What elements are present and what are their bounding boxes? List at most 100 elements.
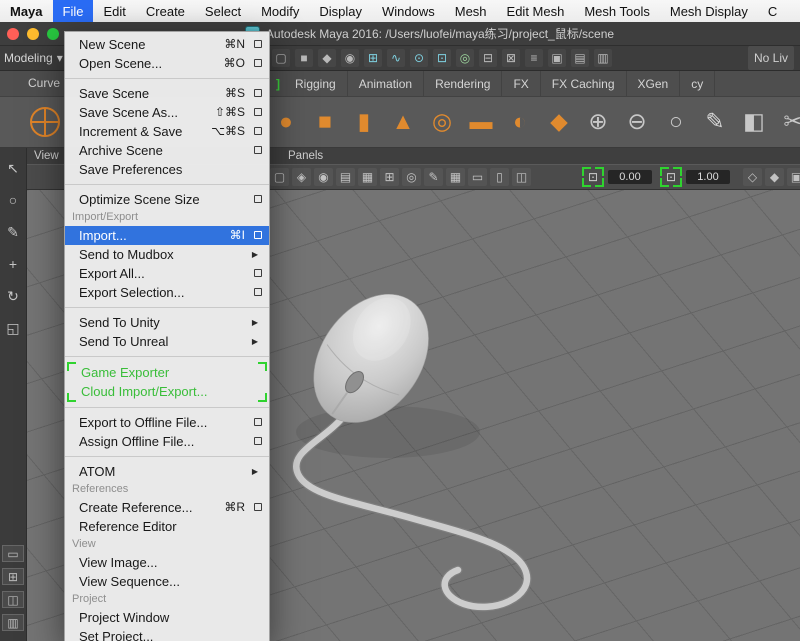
- persp-outliner-layout-button[interactable]: ▥: [2, 614, 24, 631]
- oversampling-icon[interactable]: ◎: [402, 168, 421, 186]
- menubar-item-c[interactable]: C: [758, 0, 787, 22]
- menubar-item-modify[interactable]: Modify: [251, 0, 309, 22]
- snap-to-point-icon[interactable]: ⊙: [410, 49, 428, 67]
- menu-item-open-scene[interactable]: Open Scene...⌘O: [65, 54, 269, 73]
- polygon-plane-icon[interactable]: ▬: [465, 102, 497, 140]
- option-box[interactable]: [254, 503, 262, 511]
- panel-menu-panels[interactable]: Panels: [288, 148, 323, 164]
- menu-item-view-image[interactable]: View Image...: [65, 553, 269, 572]
- menubar-item-mesh[interactable]: Mesh: [445, 0, 497, 22]
- menu-item-new-scene[interactable]: New Scene⌘N: [65, 35, 269, 54]
- make-live-icon[interactable]: ◎: [456, 49, 474, 67]
- minimize-button[interactable]: [27, 28, 39, 40]
- menu-item-reference-editor[interactable]: Reference Editor: [65, 517, 269, 536]
- menu-set-selector[interactable]: Modeling ▾: [4, 46, 63, 70]
- gamma-field[interactable]: 1.00: [686, 170, 730, 184]
- shelf-tab-curves[interactable]: Curve: [28, 71, 60, 96]
- smooth-icon[interactable]: ○: [660, 102, 692, 140]
- paint-select-tool[interactable]: ✎: [3, 222, 23, 242]
- close-button[interactable]: [7, 28, 19, 40]
- combine-icon[interactable]: ⊕: [582, 102, 614, 140]
- menubar-item-edit-mesh[interactable]: Edit Mesh: [497, 0, 575, 22]
- menu-item-create-reference[interactable]: Create Reference...⌘R: [65, 498, 269, 517]
- shelf-tab-fx[interactable]: FX: [502, 71, 540, 96]
- grease-pencil-icon[interactable]: ✎: [424, 168, 443, 186]
- menu-item-send-to-mudbox[interactable]: Send to Mudbox▶: [65, 245, 269, 264]
- no-live-surface-button[interactable]: No Liv: [748, 46, 794, 70]
- option-box[interactable]: [254, 269, 262, 277]
- menu-item-export-selection[interactable]: Export Selection...: [65, 283, 269, 302]
- shaded-icon[interactable]: ◆: [765, 168, 784, 186]
- snap-to-plane-icon[interactable]: ⊡: [433, 49, 451, 67]
- option-box[interactable]: [254, 231, 262, 239]
- menu-item-save-scene[interactable]: Save Scene⌘S: [65, 84, 269, 103]
- four-pane-layout-button[interactable]: ⊞: [2, 568, 24, 585]
- select-camera-icon[interactable]: ▢: [270, 168, 289, 186]
- option-box[interactable]: [254, 437, 262, 445]
- menu-item-assign-offline-file[interactable]: Assign Offline File...: [65, 432, 269, 451]
- menu-item-optimize-scene-size[interactable]: Optimize Scene Size: [65, 190, 269, 209]
- mirror-icon[interactable]: ◧: [738, 102, 770, 140]
- polygon-cube-icon[interactable]: ■: [309, 102, 341, 140]
- output-connections-icon[interactable]: ⊠: [502, 49, 520, 67]
- menu-item-save-scene-as[interactable]: Save Scene As...⇧⌘S: [65, 103, 269, 122]
- menu-item-import[interactable]: Import...⌘I: [65, 226, 269, 245]
- lock-camera-icon[interactable]: ◈: [292, 168, 311, 186]
- construction-history-icon[interactable]: ≡: [525, 49, 543, 67]
- grid-toggle-icon[interactable]: ▦: [446, 168, 465, 186]
- resolution-gate-icon[interactable]: ▯: [490, 168, 509, 186]
- two-pane-layout-button[interactable]: ◫: [2, 591, 24, 608]
- shelf-tab-fx-caching[interactable]: FX Caching: [541, 71, 627, 96]
- exposure-field[interactable]: 0.00: [608, 170, 652, 184]
- menubar-item-display[interactable]: Display: [309, 0, 372, 22]
- scale-tool[interactable]: ◱: [3, 318, 23, 338]
- highlight-selection-icon[interactable]: ◉: [341, 49, 359, 67]
- shelf-tab-cy[interactable]: cy: [680, 71, 715, 96]
- menubar-item-windows[interactable]: Windows: [372, 0, 445, 22]
- menu-item-send-to-unity[interactable]: Send To Unity▶: [65, 313, 269, 332]
- option-box[interactable]: [254, 288, 262, 296]
- option-box[interactable]: [254, 127, 262, 135]
- panel-menu-view[interactable]: View: [34, 148, 59, 164]
- multi-cut-icon[interactable]: ✂: [777, 102, 800, 140]
- select-hierarchy-icon[interactable]: ▢: [272, 49, 290, 67]
- input-connections-icon[interactable]: ⊟: [479, 49, 497, 67]
- option-box[interactable]: [254, 195, 262, 203]
- menubar-item-file[interactable]: File: [53, 0, 94, 22]
- wireframe-icon[interactable]: ◇: [743, 168, 762, 186]
- option-box[interactable]: [254, 89, 262, 97]
- menu-item-view-sequence[interactable]: View Sequence...: [65, 572, 269, 591]
- image-plane-icon[interactable]: ▦: [358, 168, 377, 186]
- polygon-cone-icon[interactable]: ▲: [387, 102, 419, 140]
- exposure-field-icon[interactable]: ⊡: [582, 167, 604, 187]
- option-box[interactable]: [254, 40, 262, 48]
- lasso-select-tool[interactable]: ○: [3, 190, 23, 210]
- menubar-item-mesh-tools[interactable]: Mesh Tools: [574, 0, 660, 22]
- menubar-item-edit[interactable]: Edit: [93, 0, 135, 22]
- option-box[interactable]: [254, 146, 262, 154]
- polygon-disc-icon[interactable]: ◐: [504, 102, 536, 140]
- snap-to-grid-icon[interactable]: ⊞: [364, 49, 382, 67]
- render-current-frame-icon[interactable]: ▣: [548, 49, 566, 67]
- menu-item-cloud-import-export[interactable]: Cloud Import/Export...: [67, 382, 267, 401]
- menu-item-project-window[interactable]: Project Window: [65, 608, 269, 627]
- single-pane-layout-button[interactable]: ▭: [2, 545, 24, 562]
- menu-item-export-to-offline-file[interactable]: Export to Offline File...: [65, 413, 269, 432]
- select-tool[interactable]: ↖: [3, 158, 23, 178]
- menubar-item-mesh-display[interactable]: Mesh Display: [660, 0, 758, 22]
- rotate-tool[interactable]: ↻: [3, 286, 23, 306]
- gate-mask-icon[interactable]: ◫: [512, 168, 531, 186]
- sphere-globe-icon[interactable]: [30, 107, 60, 137]
- menu-item-atom[interactable]: ATOM▶: [65, 462, 269, 481]
- shelf-tab-rigging[interactable]: Rigging: [284, 71, 348, 96]
- menu-item-save-preferences[interactable]: Save Preferences: [65, 160, 269, 179]
- polygon-cylinder-icon[interactable]: ▮: [348, 102, 380, 140]
- menu-item-archive-scene[interactable]: Archive Scene: [65, 141, 269, 160]
- polygon-sphere-icon[interactable]: ●: [270, 102, 302, 140]
- menubar-item-maya[interactable]: Maya: [0, 0, 53, 22]
- option-box[interactable]: [254, 418, 262, 426]
- gamma-field-icon[interactable]: ⊡: [660, 167, 682, 187]
- menubar-item-select[interactable]: Select: [195, 0, 251, 22]
- bookmark-icon[interactable]: ▤: [336, 168, 355, 186]
- two-d-pan-zoom-icon[interactable]: ⊞: [380, 168, 399, 186]
